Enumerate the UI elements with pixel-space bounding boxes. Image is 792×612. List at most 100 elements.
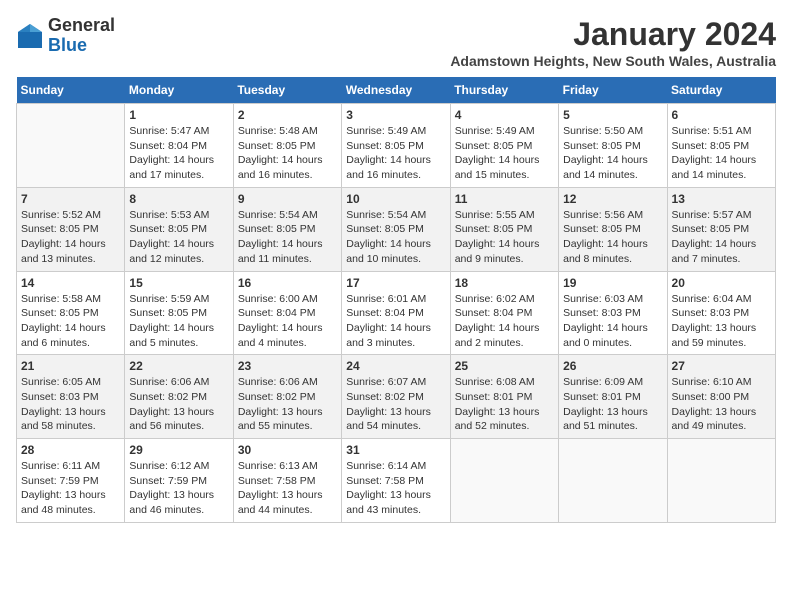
weekday-header: Monday [125,77,233,104]
calendar-cell: 3Sunrise: 5:49 AMSunset: 8:05 PMDaylight… [342,104,450,188]
day-info: Sunrise: 6:01 AMSunset: 8:04 PMDaylight:… [346,292,445,351]
day-info: Sunrise: 6:04 AMSunset: 8:03 PMDaylight:… [672,292,771,351]
day-number: 18 [455,276,554,290]
calendar-header-row: SundayMondayTuesdayWednesdayThursdayFrid… [17,77,776,104]
day-number: 2 [238,108,337,122]
day-number: 27 [672,359,771,373]
day-number: 25 [455,359,554,373]
day-info: Sunrise: 5:53 AMSunset: 8:05 PMDaylight:… [129,208,228,267]
calendar-cell: 8Sunrise: 5:53 AMSunset: 8:05 PMDaylight… [125,187,233,271]
calendar-cell: 11 Sunrise: 5:55 AMSunset: 8:05 PMDayligh… [450,187,558,271]
calendar-cell: 12 Sunrise: 5:56 AMSunset: 8:05 PMDayligh… [559,187,667,271]
day-number: 31 [346,443,445,457]
day-info: Sunrise: 6:13 AMSunset: 7:58 PMDaylight:… [238,459,337,518]
day-number: 12 [563,192,662,206]
subtitle: Adamstown Heights, New South Wales, Aust… [450,53,776,69]
calendar-cell [667,439,775,523]
day-number: 4 [455,108,554,122]
weekday-header: Saturday [667,77,775,104]
calendar-cell: 4 Sunrise: 5:49 AMSunset: 8:05 PMDaylight… [450,104,558,188]
calendar-table: SundayMondayTuesdayWednesdayThursdayFrid… [16,77,776,523]
calendar-cell: 6 Sunrise: 5:51 AMSunset: 8:05 PMDaylight… [667,104,775,188]
logo-blue-text: Blue [48,35,87,55]
day-number: 10 [346,192,445,206]
logo-text: General Blue [48,16,115,56]
calendar-cell [559,439,667,523]
day-info: Sunrise: 5:56 AMSunset: 8:05 PMDaylight:… [563,208,662,267]
title-area: January 2024 Adamstown Heights, New Sout… [450,16,776,69]
day-number: 24 [346,359,445,373]
day-info: Sunrise: 6:03 AMSunset: 8:03 PMDaylight:… [563,292,662,351]
logo: General Blue [16,16,115,56]
calendar-cell: 14 Sunrise: 5:58 AMSunset: 8:05 PMDayligh… [17,271,125,355]
day-number: 11 [455,192,554,206]
calendar-cell [17,104,125,188]
calendar-cell: 10Sunrise: 5:54 AMSunset: 8:05 PMDayligh… [342,187,450,271]
day-number: 30 [238,443,337,457]
day-info: Sunrise: 5:49 AMSunset: 8:05 PMDaylight:… [455,124,554,183]
day-number: 9 [238,192,337,206]
calendar-cell: 17 Sunrise: 6:01 AMSunset: 8:04 PMDayligh… [342,271,450,355]
calendar-cell: 19 Sunrise: 6:03 AMSunset: 8:03 PMDayligh… [559,271,667,355]
calendar-cell: 30 Sunrise: 6:13 AMSunset: 7:58 PMDayligh… [233,439,341,523]
day-info: Sunrise: 6:07 AMSunset: 8:02 PMDaylight:… [346,375,445,434]
weekday-header: Wednesday [342,77,450,104]
day-number: 6 [672,108,771,122]
day-info: Sunrise: 6:06 AMSunset: 8:02 PMDaylight:… [129,375,228,434]
day-info: Sunrise: 6:09 AMSunset: 8:01 PMDaylight:… [563,375,662,434]
logo-icon [16,22,44,50]
calendar-cell [450,439,558,523]
day-number: 26 [563,359,662,373]
day-number: 23 [238,359,337,373]
day-info: Sunrise: 5:50 AMSunset: 8:05 PMDaylight:… [563,124,662,183]
calendar-cell: 5 Sunrise: 5:50 AMSunset: 8:05 PMDaylight… [559,104,667,188]
calendar-cell: 7Sunrise: 5:52 AMSunset: 8:05 PMDaylight… [17,187,125,271]
day-info: Sunrise: 6:08 AMSunset: 8:01 PMDaylight:… [455,375,554,434]
day-info: Sunrise: 6:11 AMSunset: 7:59 PMDaylight:… [21,459,120,518]
weekday-header: Friday [559,77,667,104]
calendar-week-row: 28Sunrise: 6:11 AMSunset: 7:59 PMDayligh… [17,439,776,523]
day-number: 19 [563,276,662,290]
day-info: Sunrise: 6:05 AMSunset: 8:03 PMDaylight:… [21,375,120,434]
day-number: 7 [21,192,120,206]
day-number: 13 [672,192,771,206]
day-info: Sunrise: 5:58 AMSunset: 8:05 PMDaylight:… [21,292,120,351]
calendar-cell: 22 Sunrise: 6:06 AMSunset: 8:02 PMDayligh… [125,355,233,439]
day-info: Sunrise: 5:54 AMSunset: 8:05 PMDaylight:… [238,208,337,267]
calendar-cell: 29Sunrise: 6:12 AMSunset: 7:59 PMDayligh… [125,439,233,523]
calendar-cell: 2 Sunrise: 5:48 AMSunset: 8:05 PMDaylight… [233,104,341,188]
day-info: Sunrise: 5:47 AMSunset: 8:04 PMDaylight:… [129,124,228,183]
day-info: Sunrise: 6:10 AMSunset: 8:00 PMDaylight:… [672,375,771,434]
day-number: 5 [563,108,662,122]
day-info: Sunrise: 5:51 AMSunset: 8:05 PMDaylight:… [672,124,771,183]
calendar-cell: 16 Sunrise: 6:00 AMSunset: 8:04 PMDayligh… [233,271,341,355]
calendar-cell: 21 Sunrise: 6:05 AMSunset: 8:03 PMDayligh… [17,355,125,439]
calendar-cell: 26 Sunrise: 6:09 AMSunset: 8:01 PMDayligh… [559,355,667,439]
calendar-week-row: 7Sunrise: 5:52 AMSunset: 8:05 PMDaylight… [17,187,776,271]
month-title: January 2024 [450,16,776,53]
day-info: Sunrise: 5:48 AMSunset: 8:05 PMDaylight:… [238,124,337,183]
weekday-header: Tuesday [233,77,341,104]
calendar-cell: 15Sunrise: 5:59 AMSunset: 8:05 PMDayligh… [125,271,233,355]
logo-general-text: General [48,15,115,35]
calendar-cell: 27 Sunrise: 6:10 AMSunset: 8:00 PMDayligh… [667,355,775,439]
day-number: 22 [129,359,228,373]
day-info: Sunrise: 6:02 AMSunset: 8:04 PMDaylight:… [455,292,554,351]
day-info: Sunrise: 5:55 AMSunset: 8:05 PMDaylight:… [455,208,554,267]
calendar-cell: 9 Sunrise: 5:54 AMSunset: 8:05 PMDaylight… [233,187,341,271]
calendar-cell: 13 Sunrise: 5:57 AMSunset: 8:05 PMDayligh… [667,187,775,271]
day-info: Sunrise: 6:06 AMSunset: 8:02 PMDaylight:… [238,375,337,434]
day-number: 14 [21,276,120,290]
calendar-week-row: 14 Sunrise: 5:58 AMSunset: 8:05 PMDayligh… [17,271,776,355]
day-info: Sunrise: 5:57 AMSunset: 8:05 PMDaylight:… [672,208,771,267]
day-number: 1 [129,108,228,122]
day-info: Sunrise: 5:59 AMSunset: 8:05 PMDaylight:… [129,292,228,351]
weekday-header: Thursday [450,77,558,104]
day-info: Sunrise: 6:00 AMSunset: 8:04 PMDaylight:… [238,292,337,351]
weekday-header: Sunday [17,77,125,104]
header: General Blue January 2024 Adamstown Heig… [16,16,776,69]
calendar-cell: 28Sunrise: 6:11 AMSunset: 7:59 PMDayligh… [17,439,125,523]
day-number: 21 [21,359,120,373]
day-number: 16 [238,276,337,290]
day-number: 17 [346,276,445,290]
